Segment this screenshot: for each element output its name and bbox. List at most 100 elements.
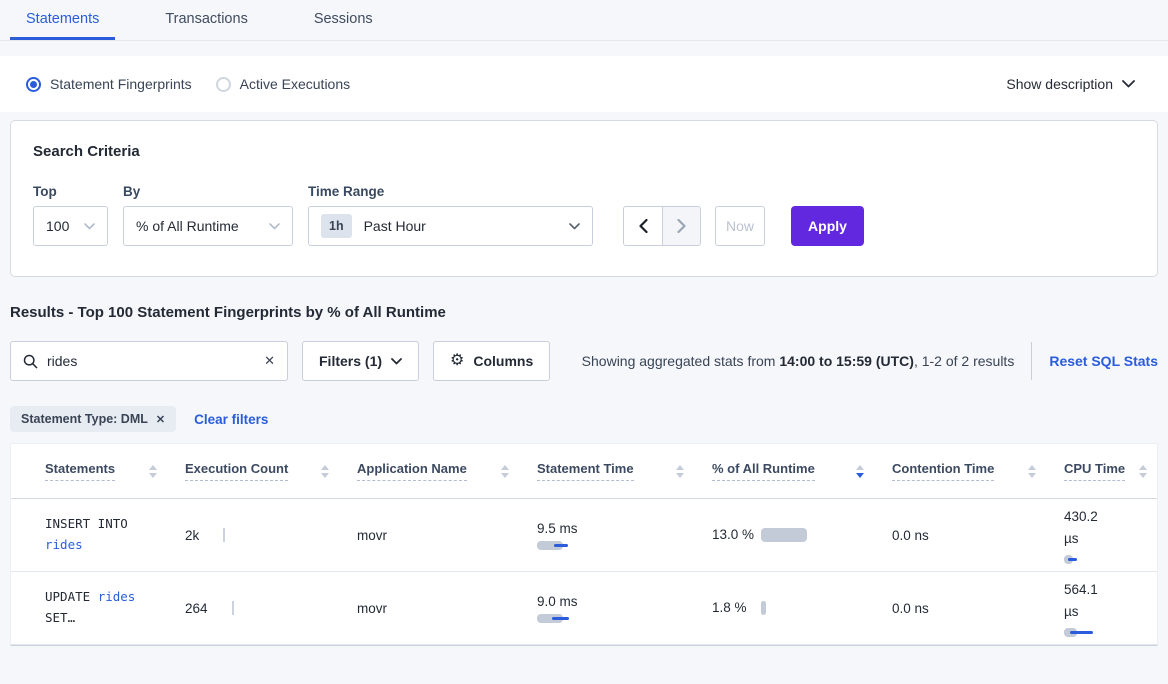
chevron-down-icon [269, 223, 280, 230]
statement-time-bar [537, 614, 585, 623]
top-select[interactable]: 100 [33, 206, 108, 246]
sort-icon[interactable] [501, 465, 509, 478]
show-description-label: Show description [1006, 76, 1113, 92]
top-label: Top [33, 184, 108, 199]
statement-cell: INSERT INTO rides [45, 514, 185, 555]
chevron-down-icon [391, 358, 402, 365]
header-execution-count: Execution Count [185, 461, 357, 481]
clear-search-icon[interactable]: ✕ [264, 353, 275, 369]
top-value: 100 [46, 218, 84, 234]
statements-table: Statements Execution Count Application N… [10, 443, 1158, 646]
filter-pill-label: Statement Type: DML [21, 412, 148, 426]
header-application-name: Application Name [357, 461, 537, 481]
cpu-time-bar [1064, 628, 1112, 637]
statement-keyword: INSERT INTO [45, 516, 128, 531]
statement-table-link[interactable]: rides [98, 589, 136, 604]
by-label: By [123, 184, 293, 199]
radio-label: Statement Fingerprints [50, 76, 192, 92]
cpu-time-value: 430.2 µs [1064, 506, 1112, 549]
header-label[interactable]: CPU Time [1064, 461, 1125, 481]
cpu-time-value: 564.1 µs [1064, 579, 1112, 622]
tab-statements[interactable]: Statements [10, 0, 115, 40]
statement-time-cell: 9.0 ms [537, 594, 712, 623]
reset-sql-stats-link[interactable]: Reset SQL Stats [1049, 353, 1158, 369]
chevron-right-icon [677, 219, 686, 233]
columns-label: Columns [473, 353, 533, 369]
pct-runtime-value: 1.8 % [712, 597, 756, 619]
execution-count-bar [232, 601, 234, 615]
statement-rest: SET… [45, 610, 75, 625]
sql-activity-tabbar: Statements Transactions Sessions [0, 0, 1168, 41]
statement-time-value: 9.0 ms [537, 594, 712, 609]
execution-count-cell: 2k [185, 528, 357, 543]
header-label[interactable]: Execution Count [185, 461, 288, 481]
sort-icon-active-desc[interactable] [856, 465, 864, 478]
columns-button[interactable]: ⚙ Columns [433, 341, 550, 381]
tab-sessions[interactable]: Sessions [298, 0, 389, 40]
time-prev-button[interactable] [624, 207, 662, 245]
show-description-toggle[interactable]: Show description [1006, 76, 1135, 92]
header-statements: Statements [45, 461, 185, 481]
sort-icon[interactable] [676, 465, 684, 478]
application-name-value: movr [357, 601, 387, 616]
header-label[interactable]: Statement Time [537, 461, 634, 481]
sort-icon[interactable] [149, 465, 157, 478]
gear-icon: ⚙ [450, 353, 464, 369]
radio-selected-icon [26, 77, 41, 92]
by-select[interactable]: % of All Runtime [123, 206, 293, 246]
header-label[interactable]: Statements [45, 461, 115, 481]
by-field: By % of All Runtime [123, 184, 293, 246]
tab-transactions[interactable]: Transactions [149, 0, 263, 40]
header-label[interactable]: Contention Time [892, 461, 994, 481]
header-label[interactable]: Application Name [357, 461, 467, 481]
radio-active-executions[interactable]: Active Executions [216, 76, 351, 92]
statement-cell: UPDATE rides SET… [45, 587, 185, 628]
clear-filters-link[interactable]: Clear filters [194, 412, 268, 427]
time-range-select[interactable]: 1h Past Hour [308, 206, 593, 246]
pct-runtime-bar [761, 528, 807, 542]
chevron-down-icon [84, 223, 95, 230]
application-name-cell: movr [357, 527, 537, 543]
chevron-down-icon [1122, 80, 1135, 88]
table-row: UPDATE rides SET… 264 movr 9.0 ms 1.8 % … [11, 572, 1157, 645]
contention-time-cell: 0.0 ns [892, 527, 1064, 543]
chevron-left-icon [639, 219, 648, 233]
time-range-badge: 1h [321, 214, 352, 238]
search-criteria-card: Search Criteria Top 100 By % of All Runt… [10, 120, 1158, 277]
header-statement-time: Statement Time [537, 461, 712, 481]
contention-time-cell: 0.0 ns [892, 600, 1064, 616]
sort-icon[interactable] [1028, 465, 1036, 478]
view-mode-band: Statement Fingerprints Active Executions… [0, 56, 1168, 112]
time-range-field: Time Range 1h Past Hour [308, 184, 593, 246]
execution-count-cell: 264 [185, 601, 357, 616]
results-search-box[interactable]: ✕ [10, 341, 288, 381]
header-label[interactable]: % of All Runtime [712, 461, 815, 481]
search-input[interactable] [47, 353, 264, 369]
filter-pill-statement-type[interactable]: Statement Type: DML ✕ [10, 406, 176, 432]
sort-icon[interactable] [1139, 465, 1147, 478]
statement-time-bar [537, 541, 585, 550]
active-filters-row: Statement Type: DML ✕ Clear filters [10, 406, 1158, 432]
execution-count-value: 264 [185, 601, 208, 616]
results-controls-row: ✕ Filters (1) ⚙ Columns Showing aggregat… [10, 341, 1158, 381]
chevron-down-icon [569, 223, 580, 230]
time-next-button[interactable] [662, 207, 700, 245]
filters-button[interactable]: Filters (1) [302, 341, 419, 381]
by-value: % of All Runtime [136, 218, 269, 234]
pct-runtime-cell: 13.0 % [712, 524, 892, 546]
statement-time-cell: 9.5 ms [537, 521, 712, 550]
remove-filter-icon[interactable]: ✕ [156, 413, 165, 426]
cpu-time-cell: 430.2 µs [1064, 506, 1157, 563]
statement-time-value: 9.5 ms [537, 521, 712, 536]
radio-statement-fingerprints[interactable]: Statement Fingerprints [26, 76, 192, 92]
sort-icon[interactable] [321, 465, 329, 478]
stats-time-range: 14:00 to 15:59 (UTC) [779, 353, 914, 369]
table-row: INSERT INTO rides 2k movr 9.5 ms 13.0 % … [11, 499, 1157, 572]
apply-button[interactable]: Apply [791, 206, 864, 246]
pct-runtime-bar [761, 601, 766, 615]
pct-runtime-value: 13.0 % [712, 524, 756, 546]
statement-table-link[interactable]: rides [45, 537, 83, 552]
now-button[interactable]: Now [715, 206, 765, 246]
search-criteria-title: Search Criteria [33, 143, 1135, 160]
cpu-time-cell: 564.1 µs [1064, 579, 1157, 636]
